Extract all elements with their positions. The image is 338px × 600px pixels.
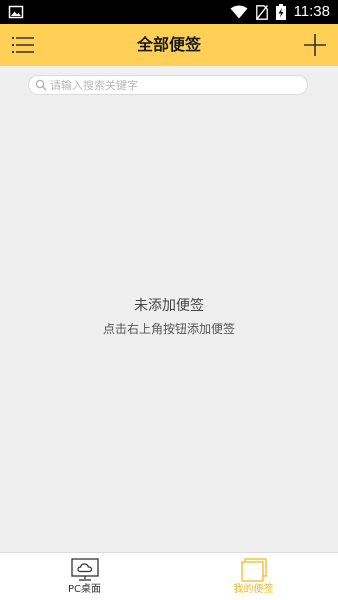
plus-icon[interactable] xyxy=(302,32,328,58)
monitor-cloud-icon xyxy=(70,558,99,581)
status-icons: 11:38 xyxy=(230,0,330,24)
empty-state: 未添加便签 点击右上角按钮添加便签 xyxy=(0,296,338,338)
search-input[interactable] xyxy=(50,76,290,94)
nav-label-pc-desktop: PC桌面 xyxy=(67,584,101,595)
search-icon xyxy=(35,79,47,91)
status-bar: 11:38 xyxy=(0,0,338,24)
empty-state-title: 未添加便签 xyxy=(134,298,204,314)
battery-charging-icon xyxy=(275,4,286,20)
nav-label-my-notes: 我的便签 xyxy=(233,584,274,595)
page-title: 全部便签 xyxy=(136,35,201,54)
empty-state-hint: 点击右上角按钮添加便签 xyxy=(102,322,235,336)
bottom-nav: PC桌面 我的便签 xyxy=(0,552,338,600)
status-time: 11:38 xyxy=(293,3,330,20)
no-sim-icon xyxy=(255,4,268,20)
wifi-icon xyxy=(230,5,248,19)
nav-item-my-notes[interactable]: 我的便签 xyxy=(169,553,338,600)
nav-item-pc-desktop[interactable]: PC桌面 xyxy=(0,553,169,600)
image-icon xyxy=(8,5,24,19)
notes-icon xyxy=(240,558,267,582)
search-box[interactable] xyxy=(28,75,308,95)
app-header: 全部便签 xyxy=(0,24,338,66)
